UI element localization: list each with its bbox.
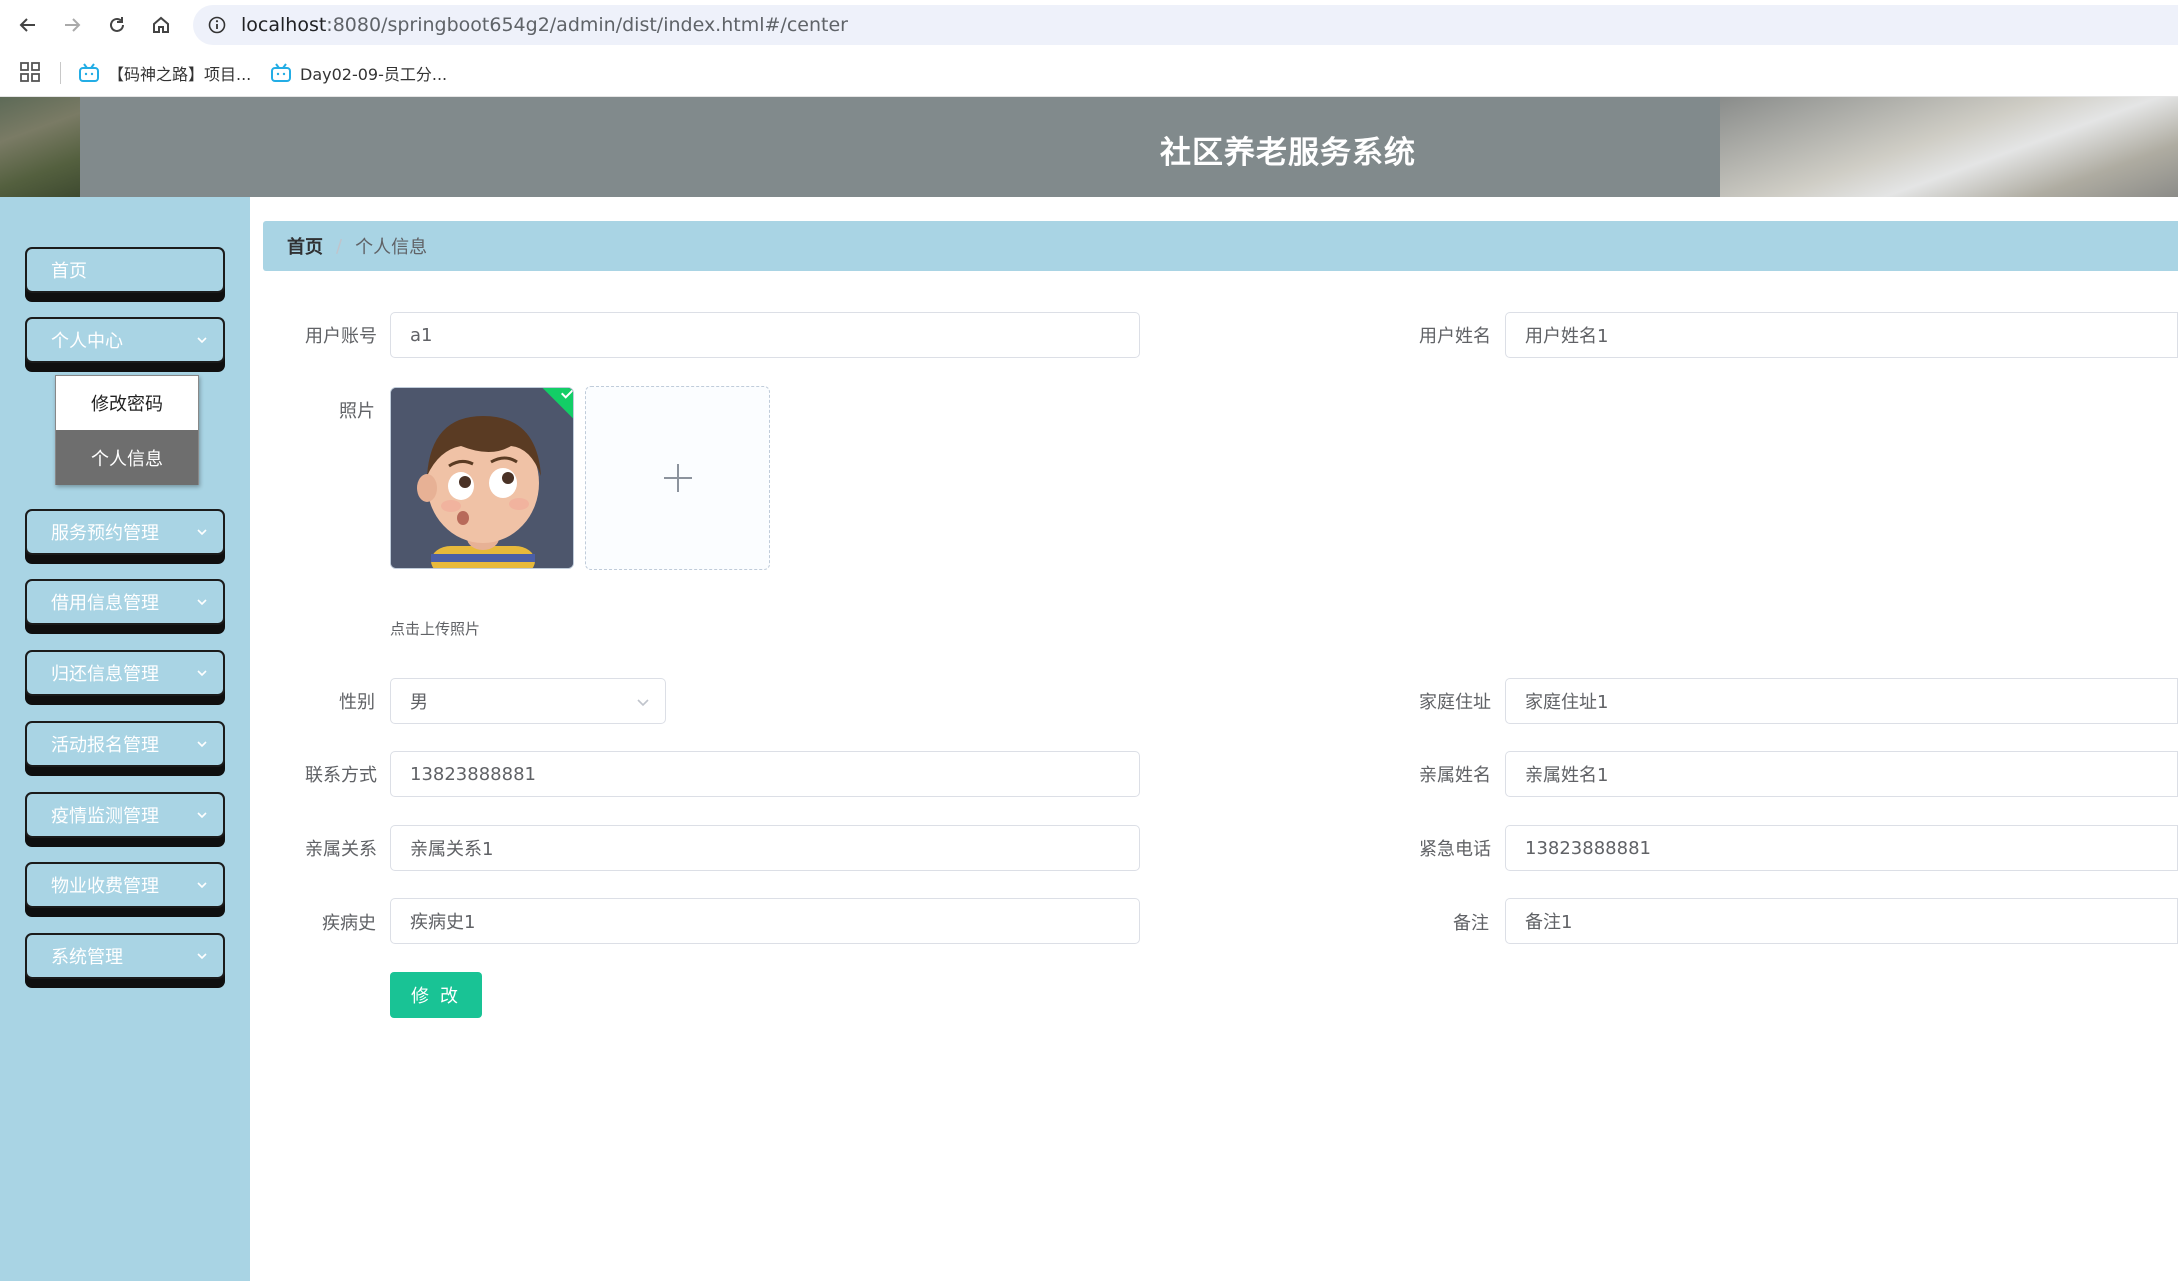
sidebar-item-label: 服务预约管理 [51, 523, 159, 544]
breadcrumb-current: 个人信息 [355, 237, 428, 258]
sidebar-item-label: 系统管理 [51, 947, 123, 968]
header-background-image [1720, 97, 2178, 197]
medical-history-label: 疾病史 [322, 913, 376, 934]
remark-value: 备注1 [1525, 912, 1573, 933]
chevron-down-icon [197, 882, 207, 889]
sidebar-item-epidemic-monitor[interactable]: 疫情监测管理 [25, 792, 225, 838]
header-background-image [0, 97, 80, 197]
bookmark-label: Day02-09-员工分... [300, 65, 448, 84]
name-value: 用户姓名1 [1525, 326, 1609, 347]
bilibili-icon [79, 63, 99, 82]
submenu-item-personal-info[interactable]: 个人信息 [56, 430, 198, 485]
relative-name-label: 亲属姓名 [1419, 765, 1491, 786]
update-button[interactable]: 修 改 [390, 972, 482, 1018]
bilibili-icon [271, 63, 291, 82]
phone-label: 联系方式 [305, 765, 377, 786]
emergency-phone-input[interactable]: 13823888881 [1505, 825, 2178, 871]
relative-name-value: 亲属姓名1 [1525, 765, 1609, 786]
sidebar-item-return-info[interactable]: 归还信息管理 [25, 650, 225, 696]
bookmarks-bar: 【码神之路】项目... Day02-09-员工分... [0, 49, 2178, 97]
emergency-phone-label: 紧急电话 [1419, 839, 1491, 860]
phone-value: 13823888881 [410, 763, 536, 785]
account-input[interactable]: a1 [390, 312, 1140, 358]
chevron-down-icon [197, 599, 207, 606]
breadcrumb-home[interactable]: 首页 [287, 233, 323, 259]
site-info-icon[interactable] [208, 16, 226, 34]
sidebar-item-label: 疫情监测管理 [51, 806, 159, 827]
sidebar-item-label: 活动报名管理 [51, 735, 159, 756]
submenu-item-change-password[interactable]: 修改密码 [56, 376, 198, 430]
back-icon[interactable] [12, 9, 44, 41]
browser-toolbar: localhost:8080/springboot654g2/admin/dis… [0, 0, 2178, 49]
chevron-down-icon [637, 699, 649, 707]
name-input[interactable]: 用户姓名1 [1505, 312, 2178, 358]
photo-label: 照片 [339, 401, 375, 422]
app-header: 社区养老服务系统 [0, 97, 2178, 197]
bookmark-divider [60, 62, 61, 84]
reload-icon[interactable] [101, 9, 133, 41]
uploaded-photo[interactable] [390, 387, 574, 569]
chevron-down-icon [197, 670, 207, 677]
breadcrumb: 首页 / 个人信息 [263, 221, 2178, 271]
relation-value: 亲属关系1 [410, 839, 494, 860]
checkmark-icon [561, 388, 573, 399]
name-label: 用户姓名 [1419, 326, 1491, 347]
chevron-down-icon [197, 529, 207, 536]
upload-tip: 点击上传照片 [390, 620, 481, 638]
account-label: 用户账号 [305, 326, 377, 347]
remark-input[interactable]: 备注1 [1505, 898, 2178, 944]
phone-input[interactable]: 13823888881 [390, 751, 1140, 797]
address-value: 家庭住址1 [1525, 692, 1609, 713]
address-bar[interactable]: localhost:8080/springboot654g2/admin/dis… [193, 5, 2178, 45]
app-title: 社区养老服务系统 [1160, 135, 1416, 171]
sidebar-item-borrow-info[interactable]: 借用信息管理 [25, 579, 225, 625]
chevron-down-icon [197, 337, 207, 344]
apps-grid-icon[interactable] [20, 62, 40, 82]
photo-upload-button[interactable] [585, 386, 770, 570]
sidebar-item-activity-signup[interactable]: 活动报名管理 [25, 721, 225, 767]
address-label: 家庭住址 [1419, 692, 1491, 713]
relative-name-input[interactable]: 亲属姓名1 [1505, 751, 2178, 797]
relation-input[interactable]: 亲属关系1 [390, 825, 1140, 871]
chevron-down-icon [197, 953, 207, 960]
bookmark-item[interactable]: Day02-09-员工分... [270, 60, 447, 86]
sidebar-item-home[interactable]: 首页 [25, 247, 225, 293]
submenu-label: 个人信息 [91, 448, 163, 470]
sidebar-item-personal-center[interactable]: 个人中心 [25, 317, 225, 363]
gender-label: 性别 [339, 692, 375, 713]
url-text: localhost:8080/springboot654g2/admin/dis… [241, 14, 848, 36]
sidebar-item-property-fee[interactable]: 物业收费管理 [25, 862, 225, 908]
sidebar-item-label: 个人中心 [51, 331, 123, 352]
forward-icon[interactable] [56, 9, 88, 41]
bookmark-item[interactable]: 【码神之路】项目... [78, 60, 251, 86]
chevron-down-icon [197, 741, 207, 748]
home-icon[interactable] [145, 9, 177, 41]
sidebar-item-system[interactable]: 系统管理 [25, 933, 225, 979]
remark-label: 备注 [1453, 913, 1489, 934]
avatar-image [391, 388, 573, 568]
sidebar-item-label: 首页 [51, 261, 87, 282]
sidebar-item-label: 借用信息管理 [51, 593, 159, 614]
relation-label: 亲属关系 [305, 839, 377, 860]
address-input[interactable]: 家庭住址1 [1505, 678, 2178, 724]
sidebar-item-label: 归还信息管理 [51, 664, 159, 685]
gender-value: 男 [410, 692, 428, 713]
submenu-label: 修改密码 [91, 394, 163, 415]
sidebar-item-service-booking[interactable]: 服务预约管理 [25, 509, 225, 555]
chevron-down-icon [197, 812, 207, 819]
medical-history-input[interactable]: 疾病史1 [390, 898, 1140, 944]
account-value: a1 [410, 324, 433, 346]
gender-select[interactable]: 男 [390, 678, 666, 724]
plus-icon [663, 464, 692, 492]
medical-history-value: 疾病史1 [410, 912, 476, 933]
emergency-phone-value: 13823888881 [1525, 837, 1651, 859]
sidebar-item-label: 物业收费管理 [51, 876, 159, 897]
personal-center-submenu: 修改密码 个人信息 [55, 375, 199, 485]
bookmark-label: 【码神之路】项目... [108, 65, 252, 84]
breadcrumb-separator: / [336, 235, 343, 257]
